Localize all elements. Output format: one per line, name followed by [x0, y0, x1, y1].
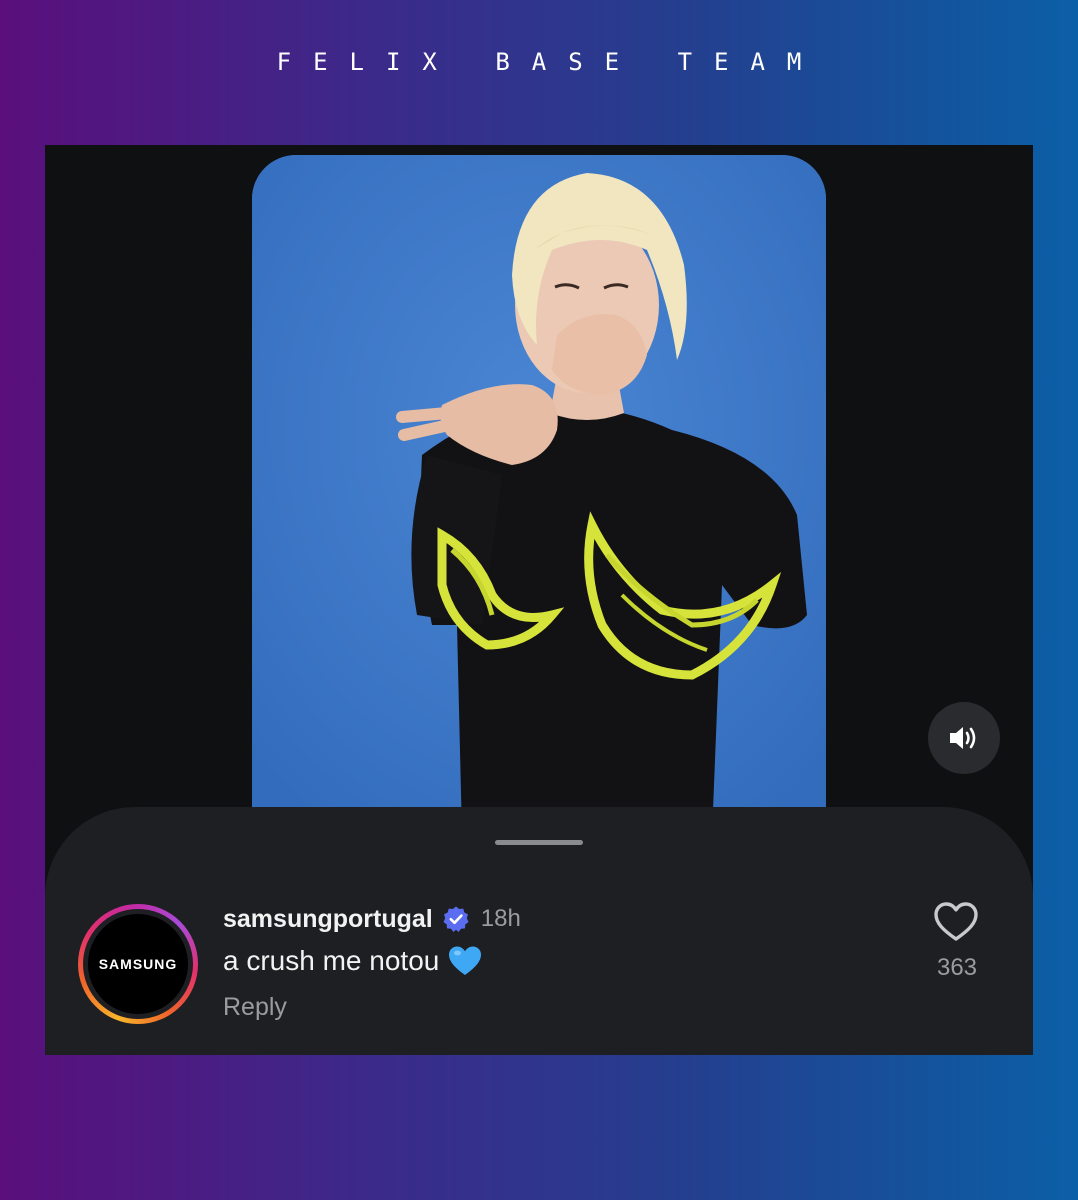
avatar-story-ring[interactable]: SAMSUNG — [78, 904, 198, 1024]
comments-sheet: SAMSUNG samsungportugal 18h a crush me n… — [45, 807, 1033, 1055]
page-title: FELIX BASE TEAM — [276, 48, 824, 76]
verified-badge-icon — [443, 906, 469, 932]
like-count: 363 — [936, 954, 978, 981]
app-screenshot: SAMSUNG samsungportugal 18h a crush me n… — [45, 145, 1033, 1055]
samsung-logo: SAMSUNG — [98, 956, 178, 972]
video-player[interactable] — [252, 155, 826, 835]
comment-username[interactable]: samsungportugal — [223, 905, 433, 934]
comment-body: a crush me notou — [223, 945, 482, 977]
video-frame-image — [252, 155, 826, 835]
reply-button[interactable]: Reply — [223, 993, 287, 1022]
blue-heart-emoji-icon — [449, 946, 482, 975]
avatar: SAMSUNG — [88, 914, 188, 1014]
sound-toggle-button[interactable] — [928, 702, 1000, 774]
heart-outline-icon[interactable] — [932, 899, 980, 943]
comment-header: samsungportugal 18h — [223, 902, 521, 936]
sheet-drag-handle[interactable] — [495, 840, 583, 845]
comment-timestamp: 18h — [480, 905, 521, 932]
speaker-volume-icon — [950, 727, 976, 749]
comment-text: a crush me notou — [223, 945, 440, 976]
